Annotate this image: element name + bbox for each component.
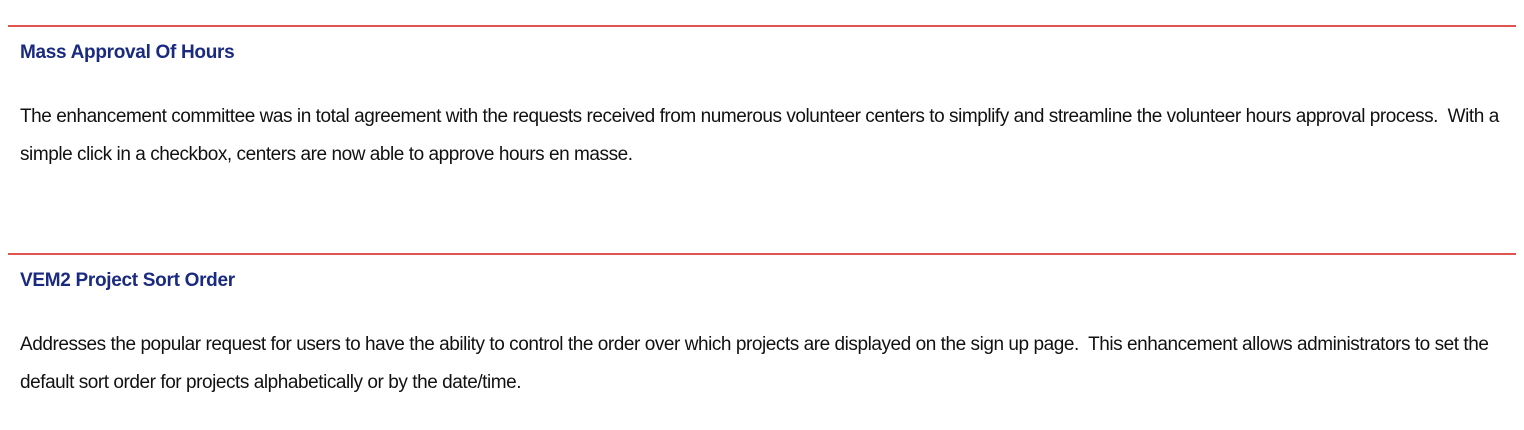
section-heading: Mass Approval Of Hours [20, 42, 235, 63]
section-divider [8, 253, 1516, 255]
section-divider [8, 25, 1516, 27]
section-heading: VEM2 Project Sort Order [20, 270, 235, 291]
section-mass-approval: Mass Approval Of Hours The enhancement c… [0, 0, 1524, 230]
section-project-sort-order: VEM2 Project Sort Order Addresses the po… [0, 228, 1524, 430]
section-paragraph: Addresses the popular request for users … [20, 334, 1494, 393]
section-paragraph: The enhancement committee was in total a… [20, 106, 1504, 165]
document-page: Mass Approval Of Hours The enhancement c… [0, 0, 1524, 430]
